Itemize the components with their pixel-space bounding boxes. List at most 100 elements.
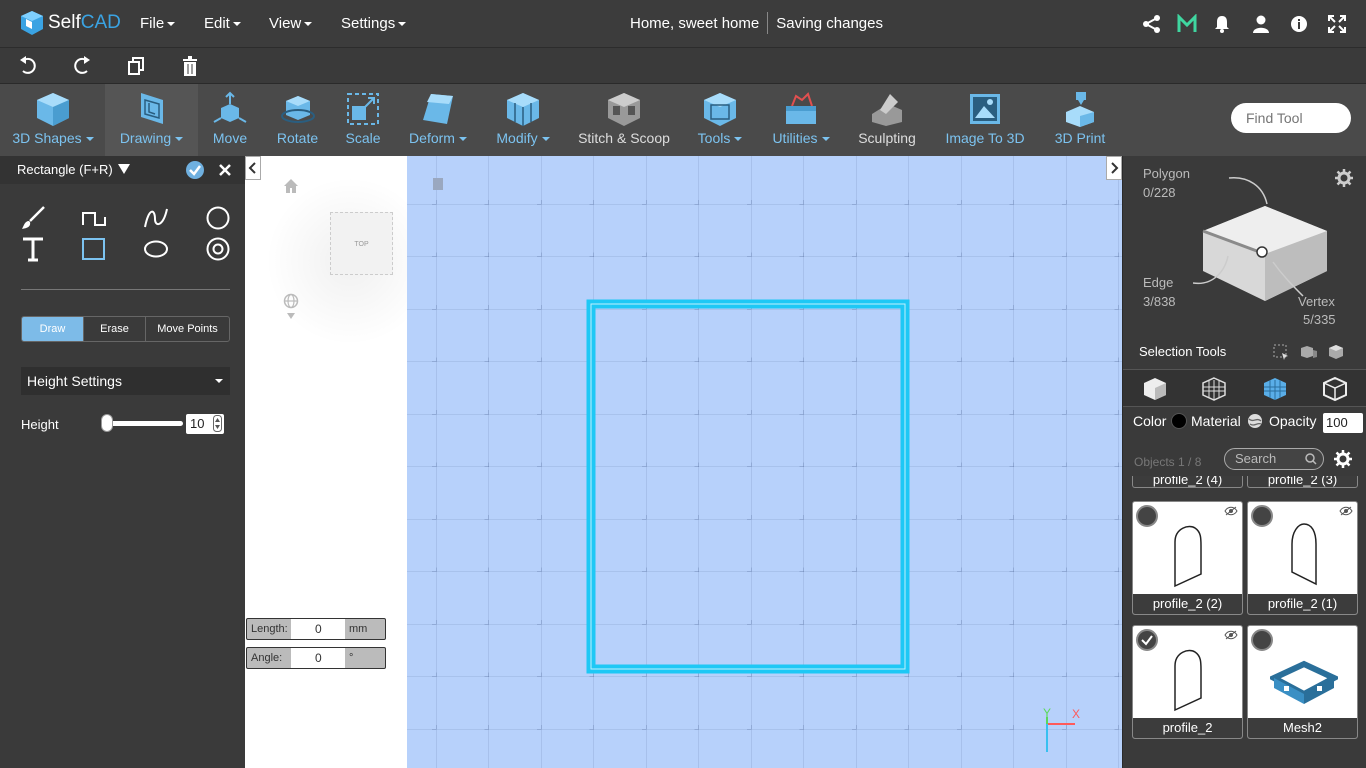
object-select-checkbox[interactable] — [1136, 505, 1158, 527]
object-card[interactable]: Mesh2 — [1247, 625, 1358, 739]
draw-mode-group: Draw Erase Move Points — [21, 316, 230, 342]
trash-icon[interactable] — [181, 56, 199, 76]
color-swatch[interactable] — [1171, 413, 1187, 429]
curve-icon[interactable] — [143, 205, 169, 231]
tool-utilities[interactable]: Utilities — [768, 84, 834, 156]
object-mode-icon[interactable] — [1142, 376, 1168, 402]
m-logo-icon[interactable] — [1177, 14, 1197, 34]
find-tool-input[interactable] — [1231, 103, 1351, 133]
box-select-icon[interactable] — [1273, 344, 1289, 360]
tool-3d-shapes[interactable]: 3D Shapes — [8, 84, 98, 156]
mesh-mode-icon[interactable] — [1201, 376, 1227, 402]
circle-icon[interactable] — [205, 205, 231, 231]
tool-drawing[interactable]: Drawing — [105, 84, 198, 156]
object-name: profile_2 — [1133, 718, 1242, 738]
ellipse-icon[interactable] — [143, 236, 169, 262]
stepper-icon[interactable] — [213, 415, 222, 432]
tool-sculpting[interactable]: Sculpting — [855, 84, 919, 156]
profile-shape-thumbnail — [1174, 525, 1202, 588]
edge-mode-icon[interactable] — [1322, 376, 1348, 402]
tool-stitch-scoop[interactable]: Stitch & Scoop — [575, 84, 673, 156]
tool-deform[interactable]: Deform — [405, 84, 471, 156]
eye-hidden-icon[interactable] — [1339, 506, 1353, 516]
tool-label: Tools — [698, 130, 743, 146]
panel-header: Rectangle (F+R) — [0, 156, 245, 184]
length-input[interactable]: 0 — [291, 619, 345, 639]
mode-move-points[interactable]: Move Points — [146, 317, 229, 341]
3d-viewport[interactable]: Y X — [407, 156, 1122, 768]
face-mode-icon[interactable] — [1262, 376, 1288, 402]
home-icon[interactable] — [283, 178, 299, 194]
object-select-checkbox-checked[interactable] — [1136, 629, 1158, 651]
project-title[interactable]: Home, sweet home — [630, 15, 759, 34]
user-icon[interactable] — [1251, 14, 1271, 34]
tool-rotate[interactable]: Rotate — [270, 84, 325, 156]
height-label: Height — [21, 417, 59, 432]
menu-settings[interactable]: Settings — [341, 15, 406, 32]
height-slider-handle[interactable] — [101, 414, 113, 432]
view-cube[interactable]: TOP — [330, 212, 393, 275]
tool-scale[interactable]: Scale — [340, 84, 386, 156]
selfcad-logo[interactable]: SelfCAD — [20, 10, 121, 36]
bell-icon[interactable] — [1212, 14, 1232, 34]
eye-hidden-icon[interactable] — [1224, 630, 1238, 640]
object-card-partial[interactable]: profile_2 (4) — [1132, 476, 1243, 488]
polygon-count: 0/228 — [1143, 185, 1176, 200]
grid-canvas[interactable]: Y X — [407, 156, 1122, 768]
tool-label: Move — [212, 130, 248, 146]
copy-icon[interactable] — [127, 56, 145, 76]
angle-input[interactable]: 0 — [291, 648, 345, 668]
height-value-input[interactable]: 10 — [186, 414, 224, 434]
object-search-input[interactable]: Search — [1224, 448, 1324, 470]
right-collapse-button[interactable] — [1106, 156, 1122, 180]
close-icon[interactable] — [218, 163, 232, 177]
tool-label: Stitch & Scoop — [578, 130, 670, 146]
multi-cube-select-icon[interactable] — [1300, 344, 1318, 360]
search-placeholder: Search — [1235, 451, 1277, 466]
rectangle-icon[interactable] — [81, 236, 107, 262]
share-icon[interactable] — [1142, 14, 1162, 34]
objects-header: Objects 1 / 8 Search — [1123, 444, 1366, 478]
redo-icon[interactable] — [73, 56, 91, 76]
height-settings-dropdown[interactable]: Height Settings — [21, 367, 230, 395]
menu-edit[interactable]: Edit — [204, 15, 241, 32]
scale-icon — [347, 93, 379, 125]
objects-settings-gear-icon[interactable] — [1334, 450, 1352, 468]
object-card[interactable]: profile_2 (1) — [1247, 501, 1358, 615]
tool-3d-print[interactable]: 3D Print — [1050, 84, 1110, 156]
mode-draw[interactable]: Draw — [22, 317, 84, 341]
info-icon[interactable] — [1289, 14, 1309, 34]
dropdown-triangle-icon[interactable] — [118, 164, 130, 174]
tool-move[interactable]: Move — [205, 84, 255, 156]
eye-hidden-icon[interactable] — [1224, 506, 1238, 516]
tools-icon — [704, 93, 736, 126]
tool-label: Image To 3D — [945, 130, 1025, 146]
tool-modify[interactable]: Modify — [493, 84, 553, 156]
cube-select-icon[interactable] — [1328, 344, 1344, 360]
text-icon[interactable] — [20, 236, 46, 262]
brush-icon[interactable] — [20, 205, 46, 231]
mode-erase[interactable]: Erase — [84, 317, 146, 341]
confirm-icon[interactable] — [185, 160, 205, 180]
object-card-partial[interactable]: profile_2 (3) — [1247, 476, 1358, 488]
polyline-icon[interactable] — [81, 205, 107, 231]
chevron-right-icon — [1111, 162, 1119, 174]
menu-file[interactable]: File — [140, 15, 175, 32]
ring-icon[interactable] — [205, 236, 231, 262]
globe-icon[interactable] — [283, 293, 299, 321]
material-sphere-icon[interactable] — [1247, 413, 1263, 429]
left-collapse-button[interactable] — [245, 156, 261, 180]
undo-icon[interactable] — [19, 56, 37, 76]
object-card[interactable]: profile_2 — [1132, 625, 1243, 739]
tool-tools[interactable]: Tools — [692, 84, 748, 156]
object-card[interactable]: profile_2 (2) — [1132, 501, 1243, 615]
height-slider-track[interactable] — [105, 421, 183, 426]
tool-image-to-3d[interactable]: Image To 3D — [940, 84, 1030, 156]
opacity-input[interactable]: 100 — [1323, 413, 1363, 433]
menu-view[interactable]: View — [269, 15, 312, 32]
fullscreen-icon[interactable] — [1327, 14, 1347, 34]
height-value: 10 — [190, 416, 205, 431]
selection-mode-tabs — [1123, 369, 1366, 407]
object-select-checkbox[interactable] — [1251, 505, 1273, 527]
object-select-checkbox[interactable] — [1251, 629, 1273, 651]
